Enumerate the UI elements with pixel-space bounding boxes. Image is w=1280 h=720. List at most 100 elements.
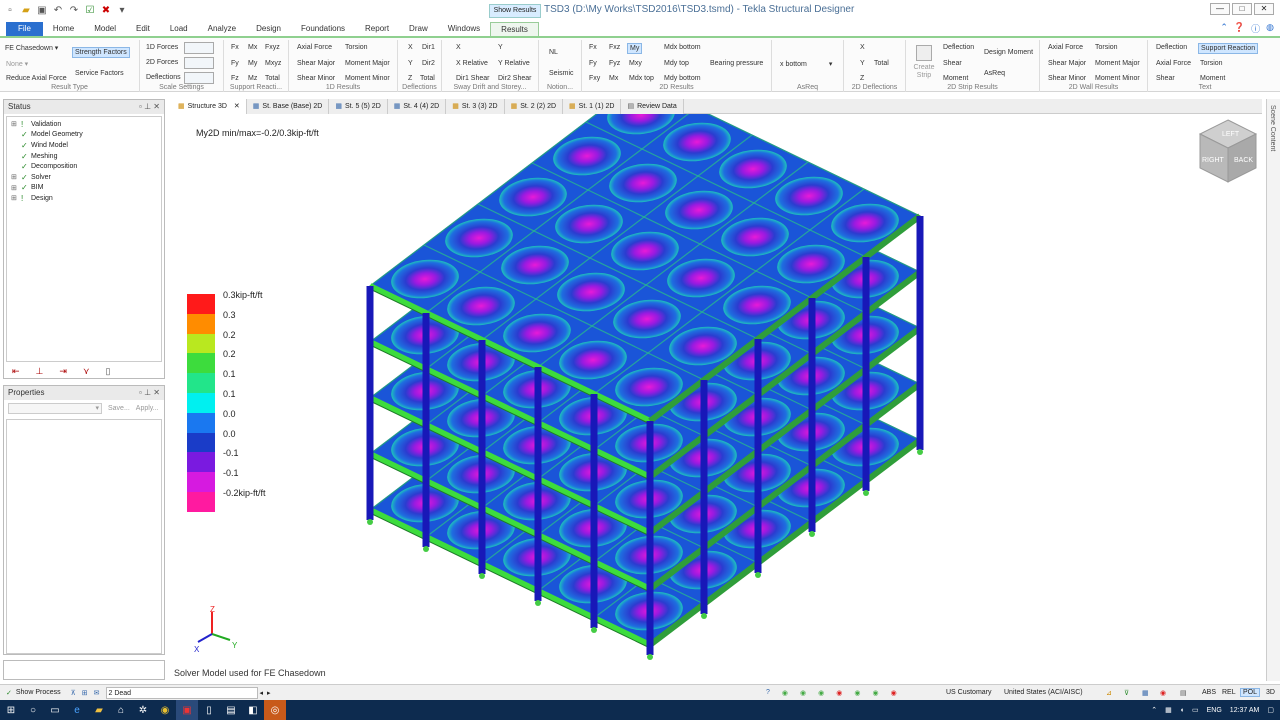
tekla-icon[interactable]: ▣ xyxy=(176,700,198,720)
tab-design[interactable]: Design xyxy=(246,22,291,36)
mdx-bottom[interactable]: Mdx bottom xyxy=(664,44,701,51)
fx-2d[interactable]: Fx xyxy=(589,44,597,51)
doc-tab-st-base[interactable]: ▦ St. Base (Base) 2D xyxy=(246,99,330,114)
ribbon-collapse-icon[interactable]: ⌃ xyxy=(1220,22,1228,35)
app-icon[interactable]: ✲ xyxy=(132,700,154,720)
mdy-bottom[interactable]: Mdy bottom xyxy=(664,75,701,82)
service-factors-button[interactable]: Service Factors xyxy=(75,70,124,77)
strip-shear[interactable]: Shear xyxy=(943,60,962,67)
layers-icon[interactable]: ▤ xyxy=(1180,689,1187,697)
tab-foundations[interactable]: Foundations xyxy=(291,22,355,36)
panel-pin-icon[interactable]: ⊥ xyxy=(144,102,151,111)
tree-item[interactable]: ⊞ ✓ Solver xyxy=(11,172,157,183)
solve-icon[interactable]: ⊥ xyxy=(36,366,44,377)
defl-z[interactable]: Z xyxy=(408,75,412,82)
support-mz[interactable]: Mz xyxy=(248,75,257,82)
qat-dropdown-icon[interactable]: ▾ xyxy=(116,4,128,16)
check-icon[interactable]: ☑ xyxy=(84,4,96,16)
battery-icon[interactable]: ▭ xyxy=(1192,706,1199,714)
tab-edit[interactable]: Edit xyxy=(126,22,160,36)
structural-model-render[interactable] xyxy=(172,114,1262,682)
check-status-icon[interactable]: ◉ xyxy=(854,689,860,697)
moment-major-button[interactable]: Moment Major xyxy=(345,60,390,67)
globe-icon[interactable]: ◍ xyxy=(1266,22,1274,35)
shear-major-button[interactable]: Shear Major xyxy=(297,60,335,67)
tab-model[interactable]: Model xyxy=(84,22,126,36)
doc-tab-structure-3d[interactable]: ▦ Structure 3D ✕ xyxy=(172,99,247,114)
clock[interactable]: 12:37 AM xyxy=(1230,707,1260,714)
open-folder-icon[interactable]: ▰ xyxy=(20,4,32,16)
mxy-2d[interactable]: Mxy xyxy=(629,60,642,67)
clear-icon[interactable]: ▯ xyxy=(106,366,111,377)
fy-2d[interactable]: Fy xyxy=(589,60,597,67)
fxy-2d[interactable]: Fxy xyxy=(589,75,600,82)
fxz-2d[interactable]: Fxz xyxy=(609,44,620,51)
edge-icon[interactable]: e xyxy=(66,700,88,720)
sway-x-relative[interactable]: X Relative xyxy=(456,60,488,67)
strip-deflection[interactable]: Deflection xyxy=(943,44,974,51)
support-mxyz[interactable]: Mxyz xyxy=(265,60,281,67)
design-code-label[interactable]: United States (ACI/AISC) xyxy=(1004,689,1083,696)
tree-item[interactable]: ⊞ ✓ BIM xyxy=(11,183,157,194)
next-loadcase-icon[interactable]: ▸ xyxy=(267,689,271,697)
support-fx[interactable]: Fx xyxy=(231,44,239,51)
error-status-icon[interactable]: ◉ xyxy=(836,689,842,697)
app-icon[interactable]: ◧ xyxy=(242,700,264,720)
check-status-icon[interactable]: ◉ xyxy=(818,689,824,697)
panel-pin-icon[interactable]: ⊥ xyxy=(144,388,151,397)
navigation-cube[interactable]: LEFT RIGHT BACK xyxy=(1198,118,1258,184)
axial-force-button[interactable]: Axial Force xyxy=(297,44,332,51)
units-label[interactable]: US Customary xyxy=(946,689,992,696)
scale-1d-forces[interactable]: 1D Forces xyxy=(146,44,178,51)
show-process-button[interactable]: Show Process xyxy=(16,689,61,696)
apply-properties-button[interactable]: Apply... xyxy=(136,405,159,412)
scale-2d-forces[interactable]: 2D Forces xyxy=(146,59,178,66)
prev-loadcase-icon[interactable]: ◂ xyxy=(260,689,264,697)
wall-moment-major[interactable]: Moment Major xyxy=(1095,60,1140,67)
text-torsion[interactable]: Torsion xyxy=(1200,60,1223,67)
close-button[interactable]: ✕ xyxy=(1254,3,1274,15)
defl2d-total[interactable]: Total xyxy=(874,60,889,67)
defl2d-x[interactable]: X xyxy=(860,44,865,51)
snap-icon[interactable]: ⊞ xyxy=(82,689,88,697)
task-view-icon[interactable]: ▭ xyxy=(44,700,66,720)
sway-y-relative[interactable]: Y Relative xyxy=(498,60,530,67)
support-my[interactable]: My xyxy=(248,60,257,67)
create-strip-button[interactable]: Create Strip xyxy=(912,64,936,80)
tab-analyze[interactable]: Analyze xyxy=(198,22,246,36)
support-mx[interactable]: Mx xyxy=(248,44,257,51)
help-icon[interactable]: ❓ xyxy=(1234,22,1245,35)
panel-restore-icon[interactable]: ▫ xyxy=(139,388,142,397)
panel-restore-icon[interactable]: ▫ xyxy=(139,102,142,111)
strip-moment[interactable]: Moment xyxy=(943,75,968,82)
panel-close-icon[interactable]: ✕ xyxy=(153,388,160,397)
doc-tab-st-3[interactable]: ▦ St. 3 (3) 2D xyxy=(446,99,505,114)
properties-set-combo[interactable]: ▾ xyxy=(8,403,102,414)
defl-dir2[interactable]: Dir2 xyxy=(422,60,435,67)
filter-icon[interactable]: ⊽ xyxy=(1124,689,1129,697)
tree-item[interactable]: ✓ Meshing xyxy=(11,151,157,162)
pointer-icon[interactable]: ⊼ xyxy=(71,689,76,697)
text-shear[interactable]: Shear xyxy=(1156,75,1175,82)
scale-slider[interactable] xyxy=(184,42,214,54)
maximize-button[interactable]: □ xyxy=(1232,3,1252,15)
mx-2d[interactable]: Mx xyxy=(609,75,618,82)
check-status-icon[interactable]: ◉ xyxy=(800,689,806,697)
app-icon[interactable]: ▤ xyxy=(220,700,242,720)
save-icon[interactable]: ▣ xyxy=(36,4,48,16)
error-status-icon[interactable]: ◉ xyxy=(891,689,897,697)
support-fz[interactable]: Fz xyxy=(231,75,239,82)
tree-item[interactable]: ✓ Wind Model xyxy=(11,140,157,151)
scale-slider[interactable] xyxy=(184,72,214,84)
file-explorer-icon[interactable]: ▰ xyxy=(88,700,110,720)
doc-tab-review-data[interactable]: ▤ Review Data xyxy=(621,99,684,114)
tab-close-icon[interactable]: ✕ xyxy=(234,99,240,114)
text-deflection[interactable]: Deflection xyxy=(1156,44,1187,51)
expand-icon[interactable]: ⊞ xyxy=(11,184,19,192)
rel-toggle[interactable]: REL xyxy=(1222,689,1236,696)
create-strip-icon[interactable] xyxy=(916,45,932,61)
loadcase-combo[interactable]: 2 Dead xyxy=(105,686,258,699)
navcube-right-face[interactable]: RIGHT xyxy=(1202,157,1225,164)
sway-x[interactable]: X xyxy=(456,44,461,51)
language-indicator[interactable]: ENG xyxy=(1207,707,1222,714)
